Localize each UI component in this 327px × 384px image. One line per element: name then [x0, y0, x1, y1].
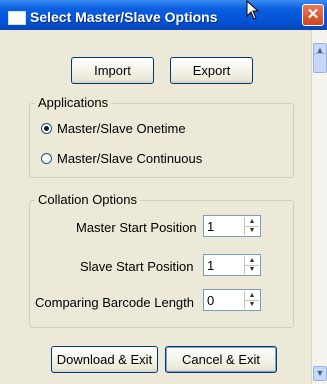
- spin-value[interactable]: 1: [207, 258, 214, 273]
- spin-buttons[interactable]: ▲ ▼: [244, 217, 259, 235]
- master-start-position-label: Master Start Position: [76, 220, 197, 235]
- comparing-barcode-length-stepper[interactable]: 0 ▲ ▼: [203, 289, 261, 311]
- spin-value[interactable]: 0: [207, 293, 214, 308]
- radio-label: Master/Slave Onetime: [57, 121, 186, 136]
- comparing-barcode-length-label: Comparing Barcode Length: [35, 295, 194, 310]
- window-icon: [8, 11, 26, 25]
- export-button[interactable]: Export: [170, 57, 253, 84]
- slave-start-position-stepper[interactable]: 1 ▲ ▼: [203, 254, 261, 276]
- spin-down-icon[interactable]: ▼: [245, 300, 259, 309]
- vertical-scrollbar[interactable]: ▲ ▼: [311, 30, 327, 384]
- collation-options-legend: Collation Options: [35, 192, 140, 207]
- applications-group: [29, 103, 294, 178]
- scroll-down-icon[interactable]: ▼: [313, 366, 327, 381]
- spin-buttons[interactable]: ▲ ▼: [244, 291, 259, 309]
- import-button[interactable]: Import: [71, 57, 154, 84]
- spin-buttons[interactable]: ▲ ▼: [244, 256, 259, 274]
- radio-label: Master/Slave Continuous: [57, 151, 203, 166]
- spin-down-icon[interactable]: ▼: [245, 226, 259, 235]
- mouse-cursor-icon: [246, 0, 260, 20]
- download-exit-button[interactable]: Download & Exit: [51, 346, 158, 373]
- window-title: Select Master/Slave Options: [30, 9, 218, 25]
- applications-legend: Applications: [35, 95, 112, 110]
- master-start-position-stepper[interactable]: 1 ▲ ▼: [203, 215, 261, 237]
- slave-start-position-label: Slave Start Position: [80, 259, 194, 274]
- close-button[interactable]: ✕: [302, 4, 324, 26]
- radio-unchecked-icon[interactable]: [41, 153, 52, 164]
- cancel-exit-button[interactable]: Cancel & Exit: [165, 346, 277, 373]
- spin-down-icon[interactable]: ▼: [245, 265, 259, 274]
- spin-value[interactable]: 1: [207, 219, 214, 234]
- scroll-thumb[interactable]: [313, 53, 327, 73]
- radio-checked-icon[interactable]: [41, 123, 52, 134]
- title-bar[interactable]: Select Master/Slave Options ✕: [0, 0, 327, 30]
